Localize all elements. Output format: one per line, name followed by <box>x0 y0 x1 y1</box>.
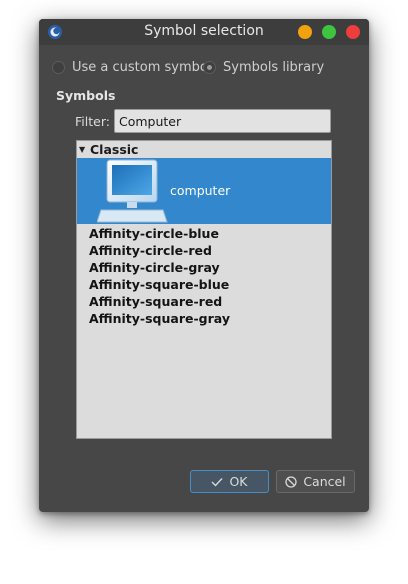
close-button[interactable] <box>346 25 360 39</box>
group-label: Classic <box>90 142 139 157</box>
list-item-selected[interactable]: computer <box>77 158 331 224</box>
symbols-list[interactable]: ▼ Classic computer Affinity-circle-blue … <box>76 140 332 439</box>
symbols-library-option[interactable]: Symbols library <box>203 60 324 75</box>
list-item[interactable]: Affinity-square-gray <box>89 311 230 326</box>
custom-symbol-label: Use a custom symbol <box>72 60 212 75</box>
list-item[interactable]: Affinity-square-red <box>89 294 222 309</box>
maximize-button[interactable] <box>322 25 336 39</box>
checkmark-icon <box>211 477 223 487</box>
custom-symbol-radio[interactable] <box>52 61 65 74</box>
filter-label: Filter: <box>75 114 110 129</box>
minimize-button[interactable] <box>298 25 312 39</box>
symbols-library-radio[interactable] <box>203 61 216 74</box>
cancel-label: Cancel <box>303 474 346 489</box>
list-item[interactable]: Affinity-circle-red <box>89 243 212 258</box>
list-item[interactable]: Affinity-circle-gray <box>89 260 220 275</box>
custom-symbol-option[interactable]: Use a custom symbol <box>52 60 211 75</box>
symbols-section-label: Symbols <box>56 88 116 103</box>
ok-label: OK <box>229 474 248 489</box>
ok-button[interactable]: OK <box>190 470 269 493</box>
title-bar[interactable]: Symbol selection <box>39 19 369 45</box>
filter-input[interactable] <box>114 109 331 133</box>
computer-icon <box>97 159 168 223</box>
list-item[interactable]: Affinity-square-blue <box>89 277 229 292</box>
window-title: Symbol selection <box>144 23 264 39</box>
selected-item-label: computer <box>170 183 231 198</box>
collapse-arrow-icon[interactable]: ▼ <box>79 145 85 154</box>
symbols-library-label: Symbols library <box>223 60 325 75</box>
group-header-classic[interactable]: ▼ Classic <box>77 141 331 159</box>
cancel-circle-icon <box>285 475 297 488</box>
list-item[interactable]: Affinity-circle-blue <box>89 226 219 241</box>
cancel-button[interactable]: Cancel <box>276 470 355 493</box>
symbol-selection-dialog: Symbol selection Use a custom symbol Sym… <box>39 19 369 512</box>
